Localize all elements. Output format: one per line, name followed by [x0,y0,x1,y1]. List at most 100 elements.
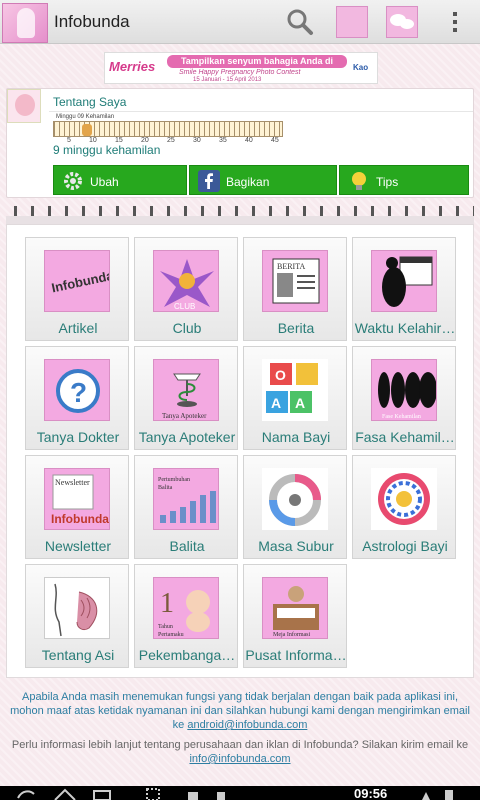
ruler-tick: 25 [167,137,175,144]
menu-item-label: Berita [277,320,315,336]
share-button[interactable]: Bagikan [189,165,337,195]
banner-brand: Merries [109,59,156,74]
gear-icon [64,172,82,190]
menu-item-label: Newsletter [44,538,112,554]
svg-text:Newsletter: Newsletter [55,478,90,487]
divider [49,111,473,112]
ruler-label: Minggu 09 Kehamilan [56,114,115,120]
svg-text:Pertumbuhan: Pertumbuhan [158,477,190,483]
menu-item-label: Balita [169,538,205,554]
week-marker [82,124,92,136]
lightbulb-icon [352,172,366,190]
svg-text:Infobunda: Infobunda [50,268,110,296]
menu-item-label: Tentang Asi [41,647,115,663]
menu-item-club[interactable]: CLUB Club [134,237,238,341]
svg-text:1: 1 [160,588,174,619]
ruler-tick: 30 [193,137,201,144]
app-logo[interactable] [2,3,48,43]
menu-grid: Infobunda Artikel CLUB Club BERITA Berit… [6,224,474,678]
menu-item-berita[interactable]: BERITA Berita [243,237,347,341]
banner-headline: Tampilkan senyum bahagia Anda di [167,55,347,68]
menu-item-label: Tanya Dokter [36,429,120,445]
first-year-development-icon: 1 Tahun Pertamaku [153,577,219,639]
menu-item-label: Nama Bayi [261,429,331,445]
svg-text:Tahun: Tahun [158,624,173,630]
ad-banner[interactable]: Merries Tampilkan senyum bahagia Anda di… [104,52,378,84]
baby-avatar[interactable] [7,89,41,123]
chat-bubbles-icon[interactable] [386,6,418,38]
banner-dates: 15 Januari - 15 April 2013 [193,77,262,83]
svg-text:CLUB: CLUB [174,302,195,311]
svg-text:Balita: Balita [158,485,173,491]
info-message: Perlu informasi lebih lanjut tentang per… [11,739,469,751]
menu-item-waktu-kelahiran[interactable]: Waktu Kelahir… [352,237,456,341]
info-email-link[interactable]: info@infobunda.com [189,753,290,765]
recent-apps-icon[interactable] [92,788,112,800]
tips-button[interactable]: Tips [339,165,469,195]
menu-item-label: Pekembanga… [138,647,236,663]
screenshot-icon[interactable] [146,788,160,800]
facebook-icon [198,170,220,192]
svg-text:?: ? [70,377,87,408]
svg-text:Infobunda: Infobunda [51,512,109,526]
search-icon[interactable] [286,8,314,36]
birth-calendar-icon [371,250,437,312]
ruler-tick: 40 [245,137,253,144]
menu-item-balita[interactable]: Pertumbuhan Balita Balita [134,455,238,559]
toddler-growth-icon: Pertumbuhan Balita [153,468,219,530]
edit-label: Ubah [90,175,119,189]
menu-item-astrologi-bayi[interactable]: Astrologi Bayi [352,455,456,559]
home-icon[interactable] [52,788,78,800]
newsletter-icon: Newsletter Infobunda [44,468,110,530]
doctor-question-icon: ? [44,359,110,421]
overflow-menu-icon[interactable] [446,10,464,34]
android-email-link[interactable]: android@infobunda.com [187,719,307,731]
ruler-tick: 35 [219,137,227,144]
news-icon: BERITA [262,250,328,312]
svg-text:BERITA: BERITA [277,262,305,271]
menu-item-masa-subur[interactable]: Masa Subur [243,455,347,559]
menu-item-tanya-apoteker[interactable]: Tanya Apoteker Tanya Apoteker [134,346,238,450]
infobunda-article-icon: Infobunda [44,250,110,312]
pharmacist-icon: Tanya Apoteker [153,359,219,421]
menu-item-label: Club [172,320,202,336]
profile-card: Tentang Saya Minggu 09 Kehamilan 5 10 15… [6,88,474,198]
feedback-text: Apabila Anda masih menemukan fungsi yang… [8,690,472,732]
menu-item-perkembangan[interactable]: 1 Tahun Pertamaku Pekembanga… [134,564,238,668]
pregnancy-ruler: Minggu 09 Kehamilan [53,114,283,137]
menu-item-pusat-informasi[interactable]: Meja Informasi Pusat Informa… [243,564,347,668]
menu-item-newsletter[interactable]: Newsletter Infobunda Newsletter [25,455,129,559]
menu-item-label: Pusat Informa… [245,647,347,663]
edit-button[interactable]: Ubah [53,165,187,195]
pregnancy-weeks-text[interactable]: 9 minggu kehamilan [53,143,160,157]
svg-text:Pertamaku: Pertamaku [158,632,184,638]
banner-subtitle: Smile Happy Pregnancy Photo Contest [179,69,301,76]
menu-item-label: Fasa Kehamil… [355,429,455,445]
alphabet-blocks-icon: O A A [262,359,328,421]
svg-text:O: O [275,367,286,383]
app-title: Infobunda [54,12,130,31]
wifi-icon [422,792,430,800]
ruler-tick: 45 [271,137,279,144]
info-text: Perlu informasi lebih lanjut tentang per… [8,738,472,766]
notes-thumbnail-icon[interactable] [336,6,368,38]
notification-icon [188,792,198,800]
menu-item-artikel[interactable]: Infobunda Artikel [25,237,129,341]
download-icon [217,792,225,800]
action-bar: Infobunda [0,0,480,44]
astrology-wheel-icon [371,468,437,530]
fertility-chart-icon [262,468,328,530]
menu-item-fase-kehamilan[interactable]: Fase Kehamilan Fasa Kehamil… [352,346,456,450]
svg-text:A: A [271,395,281,411]
menu-item-label: Waktu Kelahir… [354,320,456,336]
menu-item-tanya-dokter[interactable]: ? Tanya Dokter [25,346,129,450]
banner-sponsor: Kao [353,63,369,72]
menu-item-tentang-asi[interactable]: Tentang Asi [25,564,129,668]
back-icon[interactable] [14,788,38,800]
menu-item-nama-bayi[interactable]: O A A Nama Bayi [243,346,347,450]
system-nav-bar: 09:56 [0,786,480,800]
pregnancy-phases-icon: Fase Kehamilan [371,359,437,421]
club-icon: CLUB [153,250,219,312]
menu-item-label: Astrologi Bayi [362,538,448,554]
information-desk-icon: Meja Informasi [262,577,328,639]
